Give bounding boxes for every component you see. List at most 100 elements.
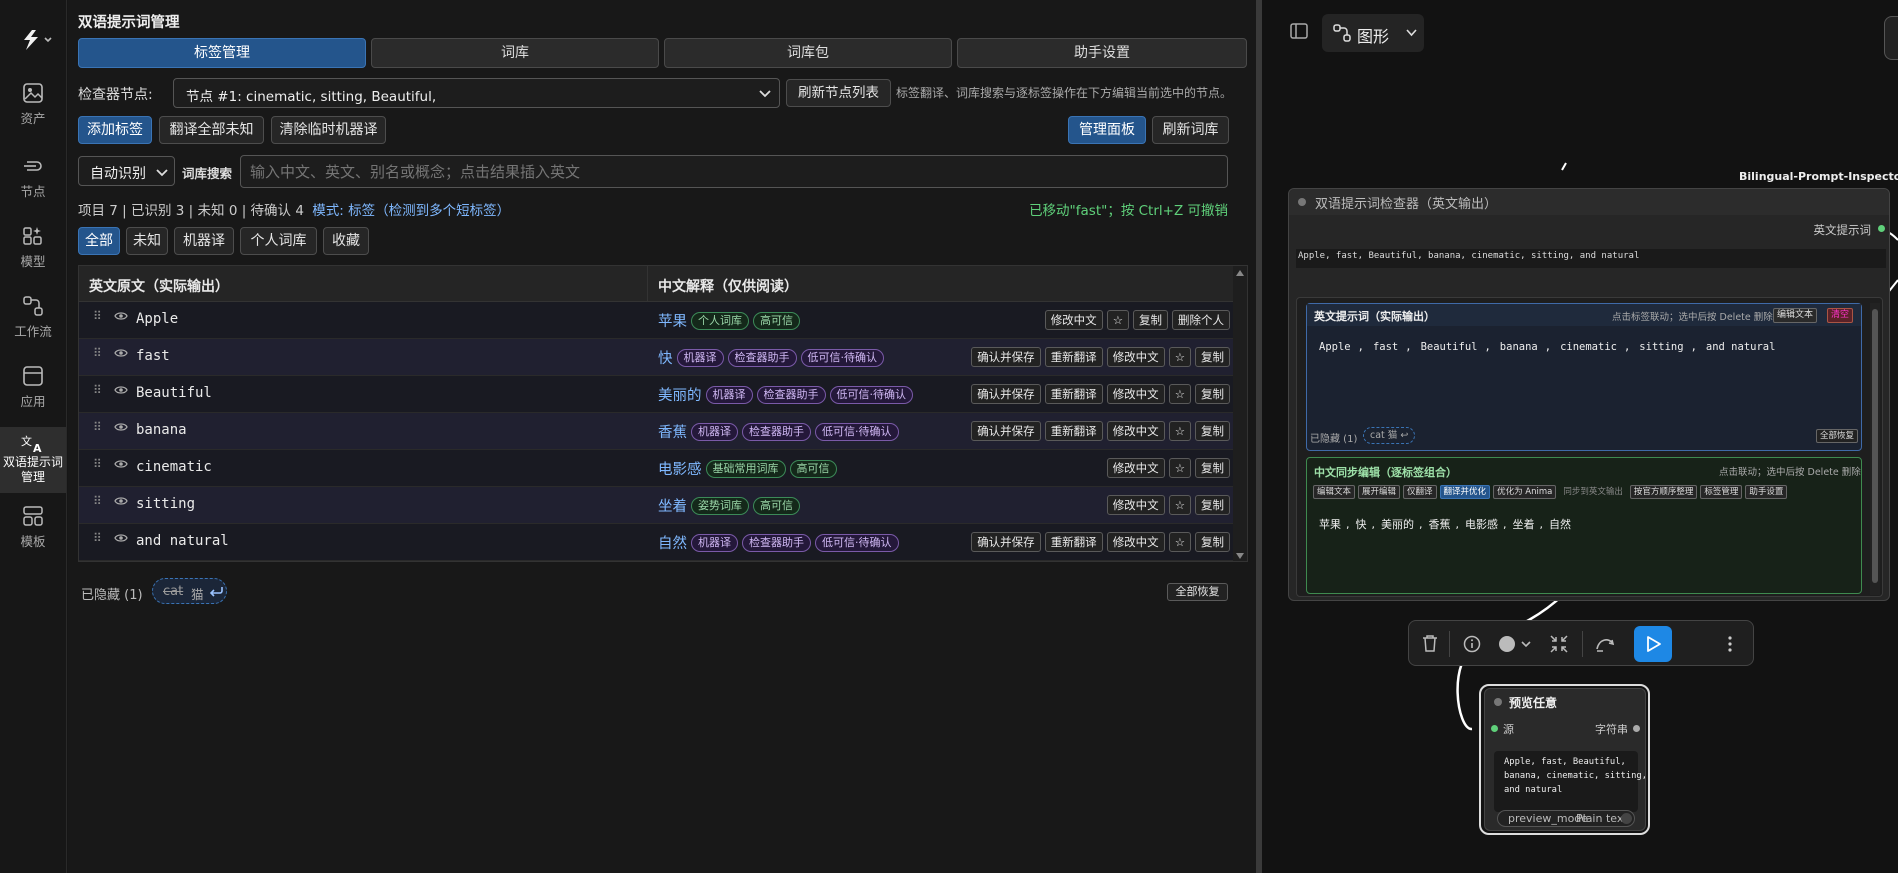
output-socket-string[interactable] xyxy=(1633,725,1640,732)
favorite-star-button[interactable]: ☆ xyxy=(1169,421,1191,441)
table-row[interactable]: ⠿cinematic电影感基础常用词库高可信修改中文☆复制 xyxy=(79,450,1234,487)
sidebar-item-bilingual[interactable]: 文A 双语提示词管理 xyxy=(0,427,66,493)
row-action-button[interactable]: 重新翻译 xyxy=(1045,347,1103,367)
eye-icon[interactable] xyxy=(114,421,128,433)
row-action-button[interactable]: 复制 xyxy=(1195,495,1230,515)
row-action-button[interactable]: 修改中文 xyxy=(1045,310,1103,330)
detect-mode-select[interactable]: 自动识别 xyxy=(78,156,175,186)
node-collapse-dot[interactable] xyxy=(1298,198,1306,206)
en-token[interactable]: fast xyxy=(1373,341,1398,353)
manage-panel-button[interactable]: 管理面板 xyxy=(1068,116,1146,144)
eye-icon[interactable] xyxy=(114,310,128,322)
hidden-small-chip[interactable]: cat 猫 ↩ xyxy=(1363,427,1415,444)
cn-toolbar-button[interactable]: 编辑文本 xyxy=(1313,485,1355,499)
english-tag[interactable]: and natural xyxy=(136,533,229,549)
eye-icon[interactable] xyxy=(114,347,128,359)
drag-handle-icon[interactable]: ⠿ xyxy=(93,309,102,323)
scroll-up-icon[interactable] xyxy=(1236,270,1244,276)
bypass-icon[interactable] xyxy=(1595,635,1615,653)
en-token[interactable]: cinematic xyxy=(1560,341,1617,353)
output-socket[interactable] xyxy=(1878,225,1885,232)
refresh-nodes-button[interactable]: 刷新节点列表 xyxy=(786,79,891,107)
favorite-star-button[interactable]: ☆ xyxy=(1169,384,1191,404)
eye-icon[interactable] xyxy=(114,532,128,544)
refresh-lexicon-button[interactable]: 刷新词库 xyxy=(1152,116,1229,144)
cn-toolbar-button[interactable]: 标签管理 xyxy=(1700,485,1742,499)
table-row[interactable]: ⠿banana香蕉机器译检查器助手低可信·待确认确认并保存重新翻译修改中文☆复制 xyxy=(79,413,1234,450)
preview-collapse-dot[interactable] xyxy=(1494,698,1502,706)
filter-machine[interactable]: 机器译 xyxy=(174,227,234,255)
row-action-button[interactable]: 修改中文 xyxy=(1107,421,1165,441)
cn-token[interactable]: 快 xyxy=(1356,518,1367,531)
cn-toolbar-button[interactable]: 同步到英文输出 xyxy=(1559,485,1627,499)
tab-assistant-settings[interactable]: 助手设置 xyxy=(957,38,1247,68)
view-mode-dropdown[interactable]: 图形 xyxy=(1322,14,1424,52)
sidebar-item-nodes[interactable]: 节点 xyxy=(0,155,66,200)
english-tag[interactable]: Apple xyxy=(136,311,178,327)
en-token[interactable]: Beautiful xyxy=(1421,341,1478,353)
filter-personal[interactable]: 个人词库 xyxy=(240,227,317,255)
row-action-button[interactable]: 修改中文 xyxy=(1107,532,1165,552)
row-action-button[interactable]: 修改中文 xyxy=(1107,347,1165,367)
cn-token[interactable]: 香蕉 xyxy=(1429,518,1451,531)
row-action-button[interactable]: 修改中文 xyxy=(1107,495,1165,515)
table-scrollbar[interactable] xyxy=(1233,266,1247,562)
inspector-node[interactable]: 双语提示词检查器（英文输出） 英文提示词 Apple, fast, Beauti… xyxy=(1288,188,1890,601)
row-action-button[interactable]: 修改中文 xyxy=(1107,384,1165,404)
inspector-node-select[interactable]: 节点 #1: cinematic, sitting, Beautiful, xyxy=(173,78,780,108)
english-tag[interactable]: Beautiful xyxy=(136,385,212,401)
run-button[interactable] xyxy=(1634,626,1672,662)
row-action-button[interactable]: 删除个人 xyxy=(1172,310,1230,330)
row-action-button[interactable]: 复制 xyxy=(1195,384,1230,404)
more-icon[interactable] xyxy=(1727,635,1733,653)
row-action-button[interactable]: 确认并保存 xyxy=(971,421,1041,441)
row-action-button[interactable]: 确认并保存 xyxy=(971,532,1041,552)
sidebar-item-assets[interactable]: 资产 xyxy=(0,82,66,127)
drag-handle-icon[interactable]: ⠿ xyxy=(93,346,102,360)
english-tag[interactable]: fast xyxy=(136,348,170,364)
cn-toolbar-button[interactable]: 优化为 Anima xyxy=(1493,485,1556,499)
translate-unknown-button[interactable]: 翻译全部未知 xyxy=(159,116,264,144)
tab-lexicon-pack[interactable]: 词库包 xyxy=(664,38,952,68)
drag-handle-icon[interactable]: ⠿ xyxy=(93,457,102,471)
tab-tag-management[interactable]: 标签管理 xyxy=(78,38,366,68)
chinese-translation[interactable]: 快 xyxy=(658,351,673,367)
layout-toggle[interactable] xyxy=(1290,22,1308,44)
sidebar-item-templates[interactable]: 模板 xyxy=(0,505,66,550)
cn-toolbar-button[interactable]: 仅翻译 xyxy=(1403,485,1437,499)
english-tag[interactable]: sitting xyxy=(136,496,195,512)
filter-all[interactable]: 全部 xyxy=(78,227,120,255)
favorite-star-button[interactable]: ☆ xyxy=(1169,347,1191,367)
row-action-button[interactable]: 重新翻译 xyxy=(1045,421,1103,441)
row-action-button[interactable]: 复制 xyxy=(1133,310,1168,330)
cn-toolbar-button[interactable]: 助手设置 xyxy=(1745,485,1787,499)
chinese-translation[interactable]: 自然 xyxy=(658,536,687,552)
row-action-button[interactable]: 复制 xyxy=(1195,421,1230,441)
chinese-translation[interactable]: 香蕉 xyxy=(658,425,687,441)
restore-all-button[interactable]: 全部恢复 xyxy=(1167,583,1228,601)
sidebar-item-apps[interactable]: 应用 xyxy=(0,365,66,410)
table-row[interactable]: ⠿sitting坐着姿势词库高可信修改中文☆复制 xyxy=(79,487,1234,524)
cn-toolbar-button[interactable]: 翻译并优化 xyxy=(1440,485,1491,499)
filter-unknown[interactable]: 未知 xyxy=(126,227,168,255)
side-panel-tab[interactable] xyxy=(1884,16,1898,60)
en-token[interactable]: and natural xyxy=(1706,341,1776,353)
filter-favorites[interactable]: 收藏 xyxy=(323,227,369,255)
clear-button[interactable]: 清空 xyxy=(1827,308,1853,323)
cn-toolbar-button[interactable]: 按官方顺序整理 xyxy=(1630,485,1698,499)
clear-mt-button[interactable]: 清除临时机器译 xyxy=(271,116,386,144)
collapse-icon[interactable] xyxy=(1549,634,1569,654)
row-action-button[interactable]: 重新翻译 xyxy=(1045,384,1103,404)
widget-scrollbar[interactable] xyxy=(1870,303,1880,595)
cn-token[interactable]: 电影感 xyxy=(1465,518,1498,531)
drag-handle-icon[interactable]: ⠿ xyxy=(93,531,102,545)
preview-mode-widget[interactable]: preview_mode Plain text xyxy=(1497,810,1635,827)
scroll-down-icon[interactable] xyxy=(1236,553,1244,559)
row-action-button[interactable]: 复制 xyxy=(1195,532,1230,552)
input-socket[interactable] xyxy=(1491,725,1498,732)
en-token[interactable]: Apple xyxy=(1319,341,1351,353)
lexicon-search-input[interactable] xyxy=(240,155,1228,188)
drag-handle-icon[interactable]: ⠿ xyxy=(93,383,102,397)
cn-token[interactable]: 美丽的 xyxy=(1381,518,1414,531)
drag-handle-icon[interactable]: ⠿ xyxy=(93,420,102,434)
